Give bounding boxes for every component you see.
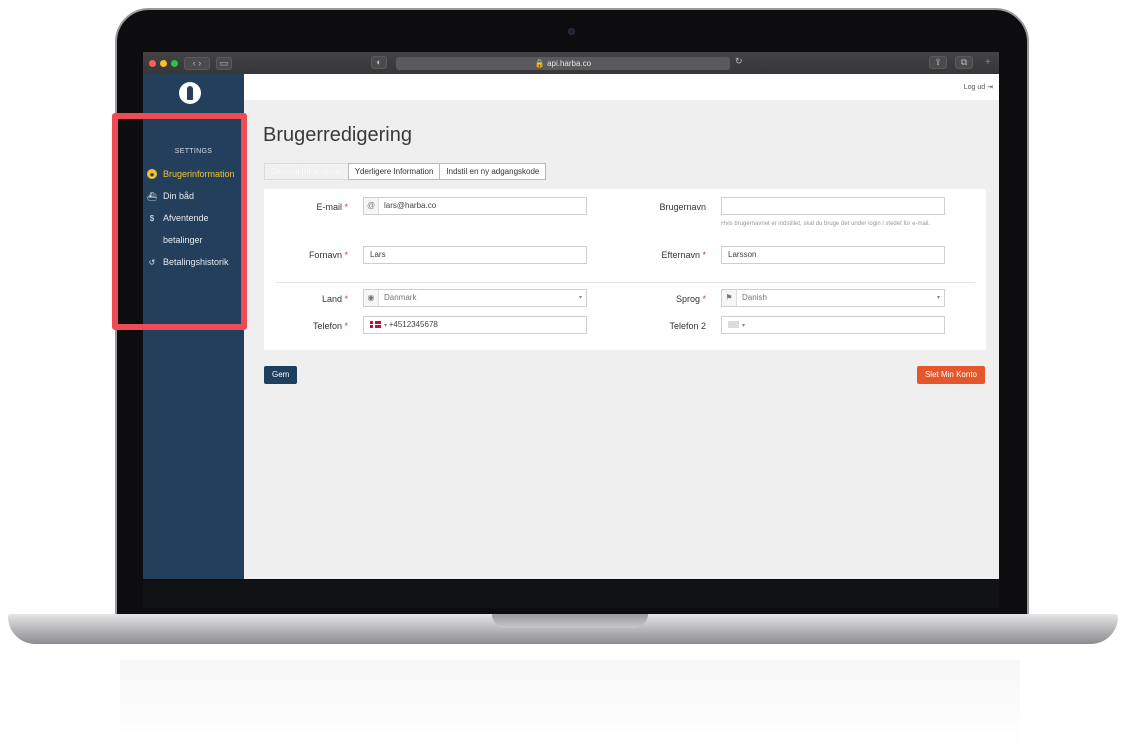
last-name-field[interactable]: Larsson — [721, 246, 945, 264]
first-name-label: Fornavn * — [274, 250, 348, 260]
page-stage: ‹ › ▭ ◐ 🔒 api.harba.co ↻ ⇪ ⧉ + SETTINGS … — [0, 0, 1125, 751]
webcam-icon — [568, 28, 575, 35]
phone2-label: Telefon 2 — [669, 321, 706, 331]
logout-label: Log ud — [963, 84, 986, 91]
country-value: Danmark — [384, 293, 417, 302]
logout-link[interactable]: Log ud ⇥ — [964, 83, 993, 91]
chevron-down-icon: ▾ — [936, 295, 940, 301]
maximize-window-icon[interactable] — [171, 59, 178, 67]
username-label: Brugernavn — [659, 202, 706, 212]
first-name-field[interactable]: Lars — [363, 246, 587, 264]
country-label-text: Land — [321, 294, 342, 304]
highlight-box — [112, 113, 247, 330]
laptop-bezel — [143, 580, 999, 608]
phone-label-text: Telefon — [312, 321, 342, 331]
logout-icon: ⇥ — [987, 84, 993, 91]
last-name-label-text: Efternavn — [661, 250, 700, 260]
sidebar-toggle-icon[interactable]: ▭ — [216, 56, 232, 70]
country-select[interactable]: ◉ Danmark ▾ — [363, 289, 587, 307]
translate-icon: ⚑ — [722, 290, 737, 306]
address-bar[interactable]: 🔒 api.harba.co — [396, 57, 730, 70]
delete-account-button[interactable]: Slet Min Konto — [916, 366, 985, 384]
screen: ‹ › ▭ ◐ 🔒 api.harba.co ↻ ⇪ ⧉ + SETTINGS … — [143, 52, 999, 579]
email-value: lars@harba.co — [384, 201, 437, 210]
required-mark: * — [344, 202, 348, 212]
form-panel: E-mail * @ lars@harba.co Brugernavn Hvis … — [264, 189, 986, 350]
username-help-text: Hvis brugernavnet er indstillet, skal du… — [721, 221, 931, 227]
url-text: api.harba.co — [547, 59, 592, 68]
required-mark: * — [344, 321, 348, 331]
tab-general-information[interactable]: General Information — [264, 163, 349, 180]
laptop-notch — [492, 614, 648, 628]
lighthouse-logo-icon[interactable] — [179, 82, 201, 104]
email-label: E-mail * — [274, 202, 348, 212]
last-name-label: Efternavn * — [624, 250, 706, 260]
form-divider — [276, 282, 975, 283]
back-forward-icon[interactable]: ‹ › — [184, 56, 210, 70]
language-select[interactable]: ⚑ Danish ▾ — [721, 289, 945, 307]
phone-field[interactable]: ▾ +4512345678 — [363, 316, 587, 334]
main-content: Brugerredigering General Information Yde… — [244, 100, 999, 579]
at-sign-icon: @ — [364, 198, 379, 214]
email-field[interactable]: @ lars@harba.co — [363, 197, 587, 215]
page-title: Brugerredigering — [263, 124, 412, 146]
phone-label: Telefon * — [274, 321, 348, 331]
close-window-icon[interactable] — [149, 59, 156, 67]
phone2-field[interactable]: ▾ — [721, 316, 945, 334]
language-label-text: Sprog — [675, 294, 700, 304]
tab-yderligere-information[interactable]: Yderligere Information — [347, 163, 441, 180]
save-button[interactable]: Gem — [264, 366, 298, 384]
tab-bar: General Information Yderligere Informati… — [264, 163, 547, 180]
required-mark: * — [702, 294, 706, 304]
tabs-icon[interactable]: ⧉ — [955, 56, 973, 69]
tab-indstil-adgangskode[interactable]: Indstil en ny adgangskode — [439, 163, 547, 180]
browser-toolbar: ‹ › ▭ ◐ 🔒 api.harba.co ↻ ⇪ ⧉ + — [143, 52, 999, 74]
phone-value: +4512345678 — [388, 320, 438, 329]
required-mark: * — [702, 250, 706, 260]
top-bar: Log ud ⇥ — [244, 74, 999, 100]
country-label: Land * — [274, 294, 348, 304]
share-icon[interactable]: ⇪ — [929, 56, 947, 69]
window-controls — [149, 59, 178, 67]
first-name-value: Lars — [370, 250, 386, 259]
new-tab-icon[interactable]: + — [985, 57, 991, 68]
chevron-down-icon: ▾ — [578, 295, 582, 301]
username-field[interactable] — [721, 197, 945, 215]
last-name-value: Larsson — [728, 250, 757, 259]
privacy-shield-icon[interactable]: ◐ — [371, 56, 387, 69]
minimize-window-icon[interactable] — [160, 59, 167, 67]
denmark-flag-icon[interactable] — [370, 321, 381, 329]
language-value: Danish — [742, 293, 767, 302]
globe-icon: ◉ — [364, 290, 379, 306]
required-mark: * — [344, 294, 348, 304]
email-label-text: E-mail — [316, 202, 342, 212]
laptop-reflection — [120, 660, 1020, 750]
reload-icon[interactable]: ↻ — [735, 56, 743, 67]
first-name-label-text: Fornavn — [308, 250, 342, 260]
required-mark: * — [344, 250, 348, 260]
language-label: Sprog * — [624, 294, 706, 304]
flag-dropdown-icon: ▾ — [742, 323, 746, 329]
empty-flag-icon[interactable] — [728, 321, 739, 329]
